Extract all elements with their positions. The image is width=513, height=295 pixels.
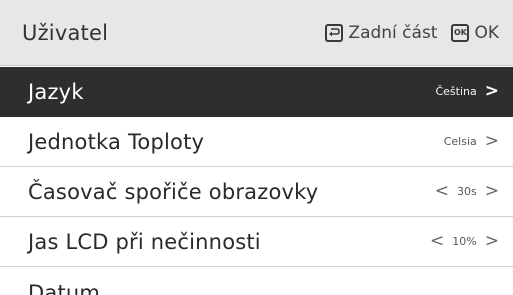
chevron-left-icon[interactable]: < bbox=[435, 183, 449, 200]
menu-item-screensaver-timer[interactable]: Časovač spořiče obrazovky < 30s > bbox=[0, 167, 513, 217]
menu-item-value-group: Celsia > bbox=[444, 133, 499, 150]
settings-list: Jazyk Čeština > Jednotka Toploty Celsia … bbox=[0, 67, 513, 295]
menu-item-value: Čeština bbox=[435, 85, 477, 98]
header-bar: Uživatel Zadní část OK OK bbox=[0, 0, 513, 66]
chevron-right-icon[interactable]: > bbox=[485, 233, 499, 250]
menu-item-label: Datum bbox=[28, 281, 101, 295]
menu-item-value-group: < 30s > bbox=[435, 183, 499, 200]
menu-item-language[interactable]: Jazyk Čeština > bbox=[0, 67, 513, 117]
chevron-left-icon[interactable]: < bbox=[430, 233, 444, 250]
chevron-right-icon[interactable]: > bbox=[485, 133, 499, 150]
chevron-right-icon[interactable]: > bbox=[485, 83, 499, 100]
page-title: Uživatel bbox=[22, 20, 109, 45]
menu-item-value: 10% bbox=[452, 235, 477, 248]
menu-item-value-group: < 10% > bbox=[430, 233, 499, 250]
ok-button[interactable]: OK OK bbox=[451, 23, 499, 43]
menu-item-value: Celsia bbox=[443, 135, 477, 148]
ok-label: OK bbox=[474, 22, 499, 43]
chevron-right-icon[interactable]: > bbox=[485, 183, 499, 200]
menu-item-label: Časovač spořiče obrazovky bbox=[28, 179, 319, 204]
menu-item-value-group: Čeština > bbox=[435, 83, 499, 100]
back-label: Zadní část bbox=[348, 22, 438, 43]
menu-item-value: 30s bbox=[457, 185, 477, 198]
settings-screen: Uživatel Zadní část OK OK Jazyk Čeština … bbox=[0, 0, 513, 295]
back-button[interactable]: Zadní část bbox=[325, 23, 437, 43]
menu-item-label: Jazyk bbox=[28, 79, 84, 104]
back-arrow-icon bbox=[325, 23, 344, 42]
header-actions: Zadní část OK OK bbox=[325, 23, 499, 43]
menu-item-date[interactable]: Datum bbox=[0, 267, 513, 295]
menu-item-label: Jednotka Toploty bbox=[28, 129, 205, 154]
menu-item-label: Jas LCD při nečinnosti bbox=[28, 229, 261, 254]
menu-item-temperature-unit[interactable]: Jednotka Toploty Celsia > bbox=[0, 117, 513, 167]
ok-key-icon: OK bbox=[451, 23, 470, 42]
menu-item-idle-lcd-brightness[interactable]: Jas LCD při nečinnosti < 10% > bbox=[0, 217, 513, 267]
